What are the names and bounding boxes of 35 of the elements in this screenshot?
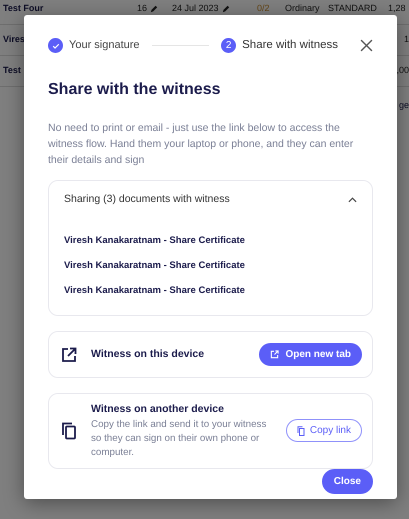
open-new-tab-button[interactable]: Open new tab [259, 343, 362, 366]
external-link-icon [61, 346, 77, 362]
chevron-icon [348, 197, 357, 204]
document-item: Viresh Kanakaratnam - Share Certificate [63, 259, 246, 273]
close-button[interactable]: Close [322, 468, 373, 494]
document-item: Viresh Kanakaratnam - Share Certificate [63, 284, 246, 298]
table-cell: Test Four [3, 3, 44, 14]
footer-text: ge [398, 99, 409, 112]
pencil-icon[interactable] [150, 5, 158, 13]
external-link-icon [270, 350, 280, 359]
step-label: Share with witness [242, 38, 338, 53]
option-title: Witness on this device [91, 346, 206, 362]
table-cell-text: ,00 [396, 64, 409, 78]
table-cell: 1,28 [388, 3, 406, 14]
table-cell: Test [3, 65, 21, 76]
modal-title: Share with the witness [48, 80, 222, 100]
step-label: Your signature [69, 38, 140, 54]
copy-icon [61, 422, 77, 440]
table-cell: Ordinary [285, 3, 320, 14]
close-button[interactable] [360, 39, 373, 52]
table-cell: STANDARD [328, 3, 377, 14]
pencil-icon[interactable] [222, 5, 230, 13]
description-text: No need to print or email - just use the link below to access the witness flow. Hand them your laptop or phone, and they can enter their details and sign [48, 121, 354, 168]
option-title: Witness on another device [91, 402, 225, 417]
step-number: 2 [221, 38, 236, 54]
table-cell: 16 [137, 2, 158, 16]
accordion-header[interactable]: Sharing (3) documents with witness [49, 181, 372, 219]
copy-link-button[interactable]: Copy link [286, 419, 362, 442]
table-cell: Vires [3, 34, 25, 44]
copy-icon [296, 426, 305, 436]
table-cell-text: 1 [404, 33, 409, 46]
option-description: Copy the link and send it to your witness so they can sign on their own phone or computer. [91, 418, 268, 460]
table-cell: 0/2 [257, 3, 270, 14]
table-cell: 24 Jul 2023 [172, 2, 230, 16]
document-item: Viresh Kanakaratnam - Share Certificate [63, 234, 246, 248]
